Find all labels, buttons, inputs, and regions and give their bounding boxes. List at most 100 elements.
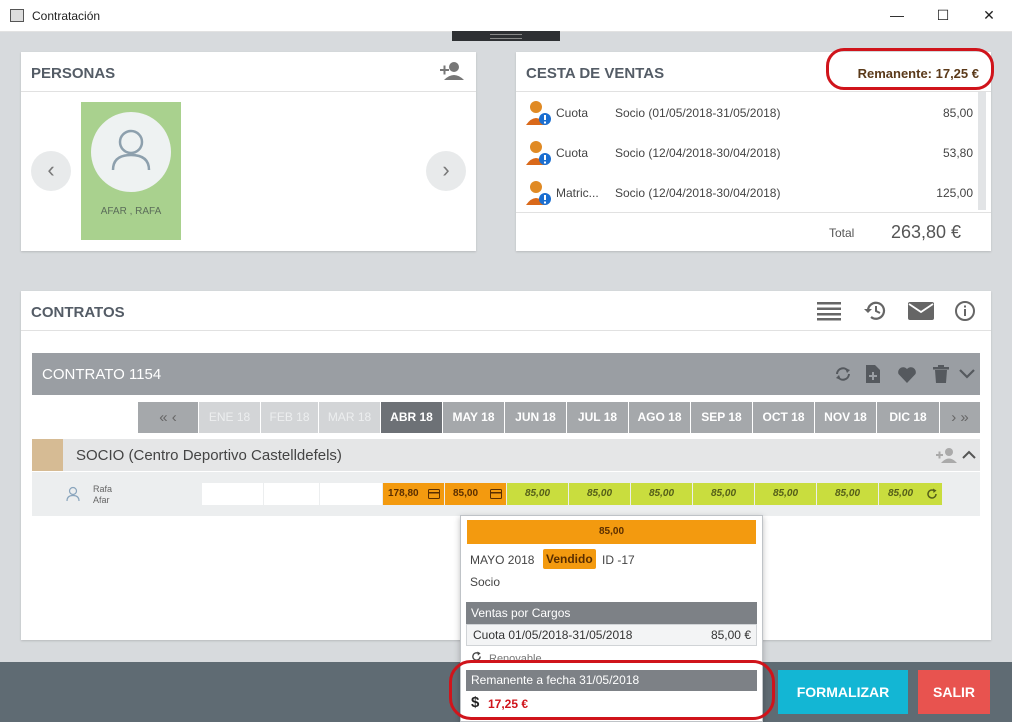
popup-month: MAYO 2018	[470, 553, 535, 567]
month-cell[interactable]	[264, 483, 319, 505]
basket-scrollbar[interactable]	[978, 92, 986, 210]
popup-type: Socio	[470, 575, 501, 589]
card-icon	[428, 489, 440, 499]
chevron-up-icon[interactable]	[962, 450, 976, 460]
salir-button[interactable]: SALIR	[918, 670, 990, 714]
basket-row[interactable]: Matric... Socio (12/04/2018-30/04/2018) …	[516, 172, 981, 212]
month-tab[interactable]: NOV 18	[815, 402, 876, 433]
month-tab[interactable]: MAR 18	[319, 402, 380, 433]
heart-icon[interactable]	[897, 366, 917, 383]
month-cell[interactable]: 85,00	[817, 483, 878, 505]
month-tab[interactable]: DIC 18	[877, 402, 939, 433]
month-nav-next[interactable]: › »	[940, 402, 980, 433]
popup-line-amount: 85,00 €	[710, 628, 751, 642]
maximize-button[interactable]: ☐	[920, 0, 966, 32]
month-cell[interactable]: 85,00	[693, 483, 754, 505]
month-cell[interactable]	[202, 483, 263, 505]
socio-title: SOCIO (Centro Deportivo Castelldefels)	[76, 447, 342, 464]
popup-line-item: Cuota 01/05/2018-31/05/2018 85,00 €	[466, 624, 757, 646]
popup-section-ventas: Ventas por Cargos	[466, 602, 757, 624]
highlight-ellipse	[449, 660, 775, 720]
personas-panel: PERSONAS ‹ › AFAR , RAFA	[21, 52, 476, 251]
contract-title: CONTRATO 1154	[42, 366, 162, 383]
formalizar-button[interactable]: FORMALIZAR	[778, 670, 908, 714]
avatar	[91, 112, 171, 192]
contract-bar[interactable]: CONTRATO 1154	[32, 353, 980, 395]
basket-concept: Matric...	[556, 186, 599, 200]
month-cell[interactable]: 178,80	[383, 483, 444, 505]
personas-title: PERSONAS	[31, 65, 116, 82]
person-name: AFAR , RAFA	[100, 206, 162, 217]
divider	[516, 212, 991, 213]
month-tab[interactable]: FEB 18	[261, 402, 318, 433]
basket-row[interactable]: Cuota Socio (12/04/2018-30/04/2018) 53,8…	[516, 132, 981, 172]
prev-person-button[interactable]: ‹	[31, 151, 71, 191]
basket-desc: Socio (12/04/2018-30/04/2018)	[615, 146, 781, 160]
cell-amount: 85,00	[453, 488, 479, 499]
socio-bar[interactable]: SOCIO (Centro Deportivo Castelldefels)	[32, 439, 980, 471]
month-nav-prev[interactable]: « ‹	[138, 402, 198, 433]
card-icon	[490, 489, 502, 499]
month-cell[interactable]: 85,00	[445, 483, 506, 505]
popup-amount-bar: 85,00	[467, 520, 756, 544]
chevron-down-icon[interactable]	[959, 368, 975, 380]
member-fee-icon	[526, 101, 551, 125]
window-title: Contratación	[32, 9, 101, 23]
basket-amount: 125,00	[936, 186, 973, 200]
user-icon	[111, 129, 151, 171]
cesta-title: CESTA DE VENTAS	[526, 65, 665, 82]
cell-amount: 178,80	[388, 488, 419, 499]
renew-icon	[927, 488, 937, 499]
member-fee-icon	[526, 181, 551, 205]
month-tab[interactable]: SEP 18	[691, 402, 752, 433]
add-person-icon[interactable]	[936, 447, 958, 463]
month-tab[interactable]: OCT 18	[753, 402, 814, 433]
month-cell[interactable]: 85,00	[879, 483, 942, 505]
total-value: 263,80 €	[891, 222, 962, 242]
minimize-button[interactable]: —	[874, 0, 920, 32]
member-fee-icon	[526, 141, 551, 165]
list-icon[interactable]	[817, 301, 841, 321]
drag-handle[interactable]	[452, 31, 560, 41]
month-cell[interactable]: 85,00	[507, 483, 568, 505]
basket-amount: 53,80	[942, 146, 973, 160]
month-tab[interactable]: AGO 18	[629, 402, 690, 433]
popup-status-badge: Vendido	[543, 549, 596, 569]
month-tab-active[interactable]: ABR 18	[381, 402, 442, 433]
popup-id: ID -17	[602, 553, 635, 567]
person-card[interactable]: AFAR , RAFA	[81, 102, 181, 240]
next-person-button[interactable]: ›	[426, 151, 466, 191]
info-icon[interactable]	[954, 300, 976, 322]
month-cell[interactable]: 85,00	[569, 483, 630, 505]
basket-row[interactable]: Cuota Socio (01/05/2018-31/05/2018) 85,0…	[516, 92, 981, 132]
basket-desc: Socio (01/05/2018-31/05/2018)	[615, 106, 781, 120]
member-last-name: Afar	[93, 495, 110, 505]
basket-concept: Cuota	[556, 146, 589, 160]
add-document-icon[interactable]	[865, 365, 881, 383]
basket-amount: 85,00	[942, 106, 973, 120]
contratos-title: CONTRATOS	[31, 304, 125, 321]
add-person-icon[interactable]	[439, 61, 465, 81]
trash-icon[interactable]	[933, 365, 949, 383]
basket-concept: Cuota	[556, 106, 589, 120]
history-icon[interactable]	[863, 300, 887, 322]
app-icon	[10, 9, 24, 22]
month-cell[interactable]: 85,00	[631, 483, 692, 505]
member-first-name: Rafa	[93, 484, 113, 494]
highlight-ellipse	[826, 48, 994, 90]
basket-desc: Socio (12/04/2018-30/04/2018)	[615, 186, 781, 200]
user-icon	[66, 486, 80, 502]
month-tab[interactable]: MAY 18	[443, 402, 504, 433]
personas-header: PERSONAS	[21, 52, 476, 92]
popup-line-desc: Cuota 01/05/2018-31/05/2018	[473, 628, 633, 642]
month-tab[interactable]: JUL 18	[567, 402, 628, 433]
total-label: Total	[829, 226, 855, 240]
month-tab[interactable]: ENE 18	[199, 402, 260, 433]
month-cell[interactable]: 85,00	[755, 483, 816, 505]
refresh-icon[interactable]	[835, 366, 851, 382]
month-cell[interactable]	[320, 483, 382, 505]
socio-color-swatch	[32, 439, 63, 471]
month-tab[interactable]: JUN 18	[505, 402, 566, 433]
mail-icon[interactable]	[908, 302, 934, 320]
close-button[interactable]: ✕	[966, 0, 1012, 32]
